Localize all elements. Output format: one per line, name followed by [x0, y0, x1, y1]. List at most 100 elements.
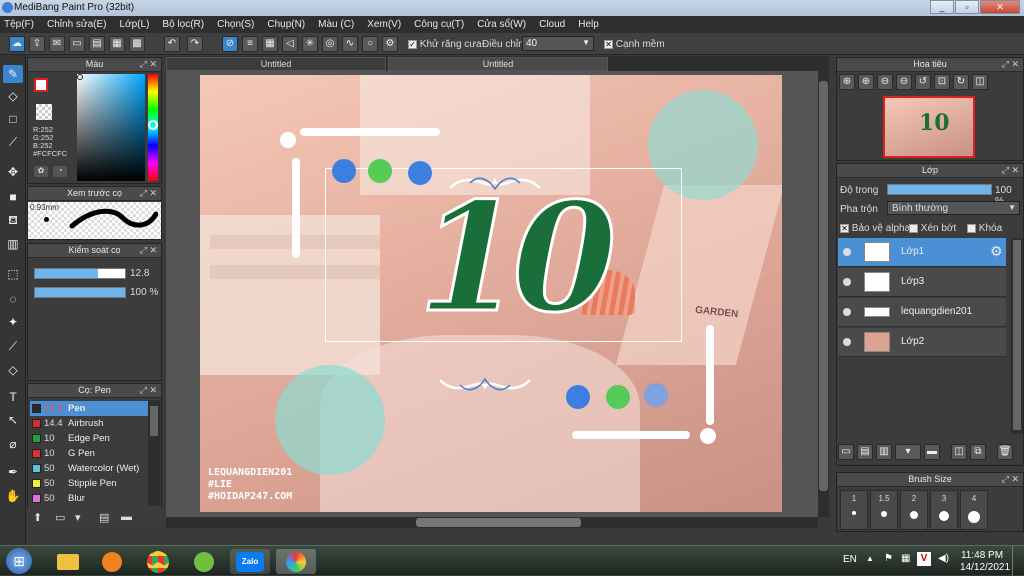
chrome-icon[interactable] [138, 549, 178, 574]
hue-handle[interactable] [148, 120, 158, 130]
soft-edge-checkbox[interactable]: ✕ Cạnh mềm [604, 39, 665, 50]
pen-tool-icon[interactable]: ✒ [3, 463, 23, 481]
brush-list-item[interactable]: 12.8Pen⚙ [30, 401, 160, 416]
tab-untitled-1[interactable]: Untitled [166, 57, 386, 71]
flip-icon[interactable]: ◫ [972, 74, 988, 90]
visibility-icon[interactable] [843, 248, 851, 256]
hue-slider[interactable] [148, 74, 158, 181]
layer-row[interactable]: Lớp1 ⚙ [838, 238, 1006, 267]
minimize-button[interactable]: _ [930, 0, 954, 14]
antialias-checkbox[interactable]: ✓ Khử răng cưa [408, 39, 482, 50]
panel-close-icon[interactable]: ⤢ ✕ [1002, 58, 1019, 71]
eyedropper-tool-icon[interactable]: ⌀ [3, 435, 23, 453]
grid-snap-icon[interactable]: ▦ [262, 36, 278, 52]
panel-close-icon[interactable]: ⤢ ✕ [140, 58, 157, 71]
medibang-taskbar-icon[interactable] [276, 549, 316, 574]
file-explorer-icon[interactable] [48, 549, 88, 574]
close-button[interactable]: ✕ [980, 0, 1020, 14]
brush-folder-icon[interactable]: ▬ [121, 511, 132, 523]
clip-checkbox[interactable]: Xén bớt [909, 223, 956, 234]
saturation-value-picker[interactable] [77, 74, 145, 181]
operation-tool-icon[interactable]: ↖ [3, 411, 23, 429]
undo-icon[interactable]: ↶ [164, 36, 180, 52]
brush-list-item[interactable]: 10 Edge Pen [30, 431, 160, 446]
snap-off-icon[interactable]: ⊘ [222, 36, 238, 52]
export-icon[interactable]: ▦ [109, 36, 125, 52]
foreground-color-swatch[interactable] [34, 78, 48, 92]
network-icon[interactable]: ▦ [901, 553, 910, 564]
grid-icon[interactable]: ▩ [129, 36, 145, 52]
brush-settings-icon[interactable]: ▤ [99, 511, 109, 524]
layer-opacity-slider[interactable] [887, 184, 992, 195]
rect-tool-icon[interactable]: □ [3, 110, 23, 128]
clock-date[interactable]: 14/12/2021 [960, 562, 1010, 574]
menu-filter[interactable]: Bộ lọc(R) [162, 19, 204, 30]
layer-row[interactable]: Lớp2 [838, 328, 1006, 357]
menu-cloud[interactable]: Cloud [539, 19, 565, 30]
merge-layer-icon[interactable]: ⧉ [970, 444, 986, 460]
media-player-icon[interactable] [92, 549, 132, 574]
menu-help[interactable]: Help [578, 19, 599, 30]
panel-close-icon[interactable]: ⤢ ✕ [140, 384, 157, 397]
layer-row[interactable]: Lớp3 [838, 268, 1006, 297]
unikey-icon[interactable]: V [917, 552, 931, 566]
brush-list-item[interactable]: 50 Watercolor (Wet) [30, 461, 160, 476]
transparent-swatch[interactable] [36, 104, 52, 120]
zoom-in-icon[interactable]: ⊕ [839, 74, 855, 90]
maximize-button[interactable]: ▫ [955, 0, 979, 14]
brush-tool-icon[interactable]: ✎ [3, 65, 23, 83]
select-tool-icon[interactable]: ⬚ [3, 265, 23, 283]
navigator-thumbnail[interactable]: 10 [883, 96, 975, 158]
eraser-tool-icon[interactable]: ◇ [3, 87, 23, 105]
duplicate-layer-icon[interactable]: ◫ [951, 444, 967, 460]
artwork-canvas[interactable]: GARDEN 10 LEQUANGDIEN201 #LIE #HOIDAP247… [200, 75, 782, 512]
fill-rect-tool-icon[interactable]: ■ [3, 188, 23, 206]
panel-close-icon[interactable]: ⤢ ✕ [140, 187, 157, 200]
cloud-icon[interactable]: ☁ [9, 36, 25, 52]
language-indicator[interactable]: EN [843, 554, 857, 565]
brush-list-item[interactable]: 50 Blur [30, 491, 160, 506]
menu-layer[interactable]: Lớp(L) [120, 19, 150, 30]
upload-icon[interactable]: ⇪ [29, 36, 45, 52]
gradient-tool-icon[interactable]: ▥ [3, 235, 23, 253]
text-tool-icon[interactable]: T [3, 388, 23, 406]
bucket-tool-icon[interactable]: ⛾ [3, 211, 23, 229]
adjust-dropdown[interactable]: 40 ▼ [522, 36, 594, 51]
delete-layer-icon[interactable]: 🗑 [997, 444, 1013, 460]
new-halftone-layer-icon[interactable]: ▤ [857, 444, 873, 460]
brush-size-cell[interactable]: 1 [840, 490, 868, 530]
protect-alpha-checkbox[interactable]: ✕ Bảo vệ alpha [840, 223, 910, 234]
brush-menu-icon[interactable]: ▾ [75, 511, 81, 524]
menu-color[interactable]: Màu (C) [318, 19, 354, 30]
curve-snap-icon[interactable]: ∿ [342, 36, 358, 52]
menu-tools[interactable]: Công cụ(T) [414, 19, 464, 30]
redo-icon[interactable]: ↷ [187, 36, 203, 52]
circle-snap-icon[interactable]: ○ [362, 36, 378, 52]
concentric-snap-icon[interactable]: ◎ [322, 36, 338, 52]
new-brush-icon[interactable]: ▭ [55, 511, 65, 524]
edit-tool-icon[interactable]: ⟋ [3, 133, 23, 151]
move-tool-icon[interactable]: ✥ [3, 163, 23, 181]
brush-list-item[interactable]: 10 G Pen [30, 446, 160, 461]
menu-snap[interactable]: Chụp(N) [267, 19, 305, 30]
lock-checkbox[interactable]: Khóa [967, 223, 1002, 234]
show-desktop-button[interactable] [1012, 546, 1024, 576]
fit-icon[interactable]: ⊡ [934, 74, 950, 90]
add-layer-menu-icon[interactable]: ▾ [895, 444, 921, 460]
comment-icon[interactable]: ✉ [49, 36, 65, 52]
tab-untitled-2[interactable]: Untitled [388, 57, 608, 71]
visibility-icon[interactable] [843, 338, 851, 346]
panel-close-icon[interactable]: ⤢ ✕ [1002, 164, 1019, 177]
new-file-icon[interactable]: ▭ [69, 36, 85, 52]
hand-tool-icon[interactable]: ✋ [3, 487, 23, 505]
magic-wand-icon[interactable]: ✦ [3, 313, 23, 331]
visibility-icon[interactable] [843, 278, 851, 286]
brush-size-slider[interactable] [34, 268, 126, 279]
add-brush-icon[interactable]: ⬆ [33, 511, 42, 524]
menu-edit[interactable]: Chỉnh sửa(E) [47, 19, 107, 30]
lasso-tool-icon[interactable]: ◌ [3, 290, 23, 308]
rotate-left-icon[interactable]: ↺ [915, 74, 931, 90]
coccoc-icon[interactable] [184, 549, 224, 574]
gear-icon[interactable]: ⚙ [990, 243, 1003, 260]
brush-size-cell[interactable]: 2 [900, 490, 928, 530]
